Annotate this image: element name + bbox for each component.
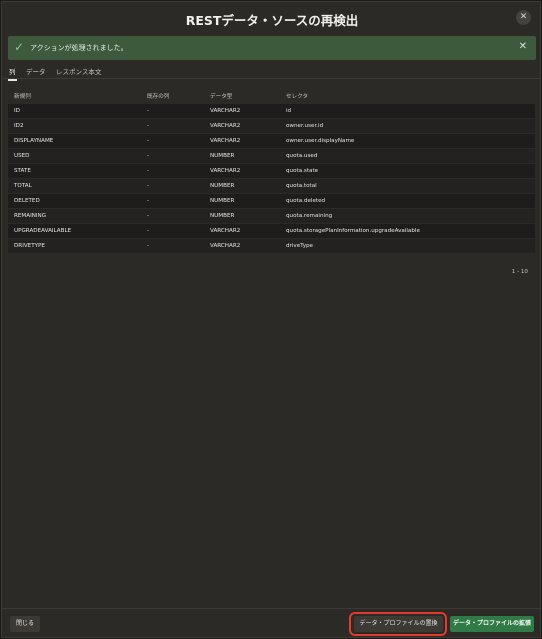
success-alert: ✓ アクションが処理されました。 ✕ <box>8 36 536 60</box>
cell-selector: driveType <box>280 238 535 253</box>
cell-existing-column: - <box>141 148 204 164</box>
cell-new-column: REMAINING <box>8 208 141 224</box>
tab-divider <box>2 78 540 79</box>
cell-existing-column: - <box>141 133 204 149</box>
cell-data-type: NUMBER <box>204 148 280 164</box>
cell-existing-column: - <box>141 118 204 134</box>
table-header-row: 新規列 既存の列 データ型 セレクタ <box>8 88 535 104</box>
header-data-type[interactable]: データ型 <box>204 88 280 104</box>
table-row: ID - VARCHAR2 id <box>8 103 535 119</box>
cell-selector: id <box>280 103 535 119</box>
cell-existing-column: - <box>141 163 204 179</box>
cell-new-column: DISPLAYNAME <box>8 133 141 149</box>
pagination-info: 1 - 10 <box>511 269 528 275</box>
cell-selector: quota.remaining <box>280 208 535 224</box>
rediscover-dialog: RESTデータ・ソースの再検出 ✕ ✓ アクションが処理されました。 ✕ 列 デ… <box>1 1 541 638</box>
header-new-column[interactable]: 新規列 <box>8 88 141 104</box>
cell-existing-column: - <box>141 223 204 239</box>
cell-new-column: DELETED <box>8 193 141 209</box>
cell-selector: quota.used <box>280 148 535 164</box>
header-selector[interactable]: セレクタ <box>280 88 535 104</box>
cell-existing-column: - <box>141 208 204 224</box>
cell-new-column: TOTAL <box>8 178 141 194</box>
cell-new-column: UPGRADEAVAILABLE <box>8 223 141 239</box>
tab-data[interactable]: データ <box>26 66 46 76</box>
close-button[interactable]: 閉じる <box>10 616 40 632</box>
dialog-title: RESTデータ・ソースの再検出 <box>185 13 359 28</box>
cell-selector: quota.total <box>280 178 535 194</box>
cell-data-type: VARCHAR2 <box>204 133 280 149</box>
cell-existing-column: - <box>141 178 204 194</box>
check-icon: ✓ <box>14 40 25 54</box>
highlight-annotation <box>349 612 447 636</box>
table-row: UPGRADEAVAILABLE - VARCHAR2 quota.storag… <box>8 223 535 239</box>
extend-profile-button[interactable]: データ・プロファイルの拡張 <box>450 616 534 632</box>
cell-selector: owner.user.id <box>280 118 535 134</box>
table-row: DRIVETYPE - VARCHAR2 driveType <box>8 238 535 253</box>
header-existing-column[interactable]: 既存の列 <box>141 88 204 104</box>
cell-data-type: NUMBER <box>204 208 280 224</box>
cell-selector: owner.user.displayName <box>280 133 535 149</box>
cell-data-type: VARCHAR2 <box>204 118 280 134</box>
footer-divider <box>2 608 540 609</box>
table-row: DISPLAYNAME - VARCHAR2 owner.user.displa… <box>8 133 535 149</box>
table-row: TOTAL - NUMBER quota.total <box>8 178 535 194</box>
table-row: DELETED - NUMBER quota.deleted <box>8 193 535 209</box>
table-row: REMAINING - NUMBER quota.remaining <box>8 208 535 224</box>
cell-data-type: VARCHAR2 <box>204 238 280 253</box>
table-row: USED - NUMBER quota.used <box>8 148 535 164</box>
cell-selector: quota.state <box>280 163 535 179</box>
cell-data-type: VARCHAR2 <box>204 103 280 119</box>
cell-data-type: VARCHAR2 <box>204 163 280 179</box>
cell-data-type: VARCHAR2 <box>204 223 280 239</box>
cell-existing-column: - <box>141 103 204 119</box>
cell-new-column: USED <box>8 148 141 164</box>
columns-table: 新規列 既存の列 データ型 セレクタ ID - VARCHAR2 id ID2 … <box>8 88 535 253</box>
table-row: ID2 - VARCHAR2 owner.user.id <box>8 118 535 134</box>
cell-existing-column: - <box>141 238 204 253</box>
dialog-close-icon[interactable]: ✕ <box>516 10 531 25</box>
alert-message: アクションが処理されました。 <box>30 44 128 52</box>
alert-close-icon[interactable]: ✕ <box>519 41 527 52</box>
tab-response-body[interactable]: レスポンス本文 <box>56 66 101 76</box>
cell-existing-column: - <box>141 193 204 209</box>
cell-data-type: NUMBER <box>204 193 280 209</box>
cell-selector: quota.storagePlanInformation.upgradeAvai… <box>280 223 535 239</box>
cell-new-column: ID <box>8 103 141 119</box>
cell-new-column: ID2 <box>8 118 141 134</box>
cell-data-type: NUMBER <box>204 178 280 194</box>
tab-columns[interactable]: 列 <box>8 66 16 81</box>
cell-new-column: DRIVETYPE <box>8 238 141 253</box>
cell-selector: quota.deleted <box>280 193 535 209</box>
table-row: STATE - VARCHAR2 quota.state <box>8 163 535 179</box>
cell-new-column: STATE <box>8 163 141 179</box>
